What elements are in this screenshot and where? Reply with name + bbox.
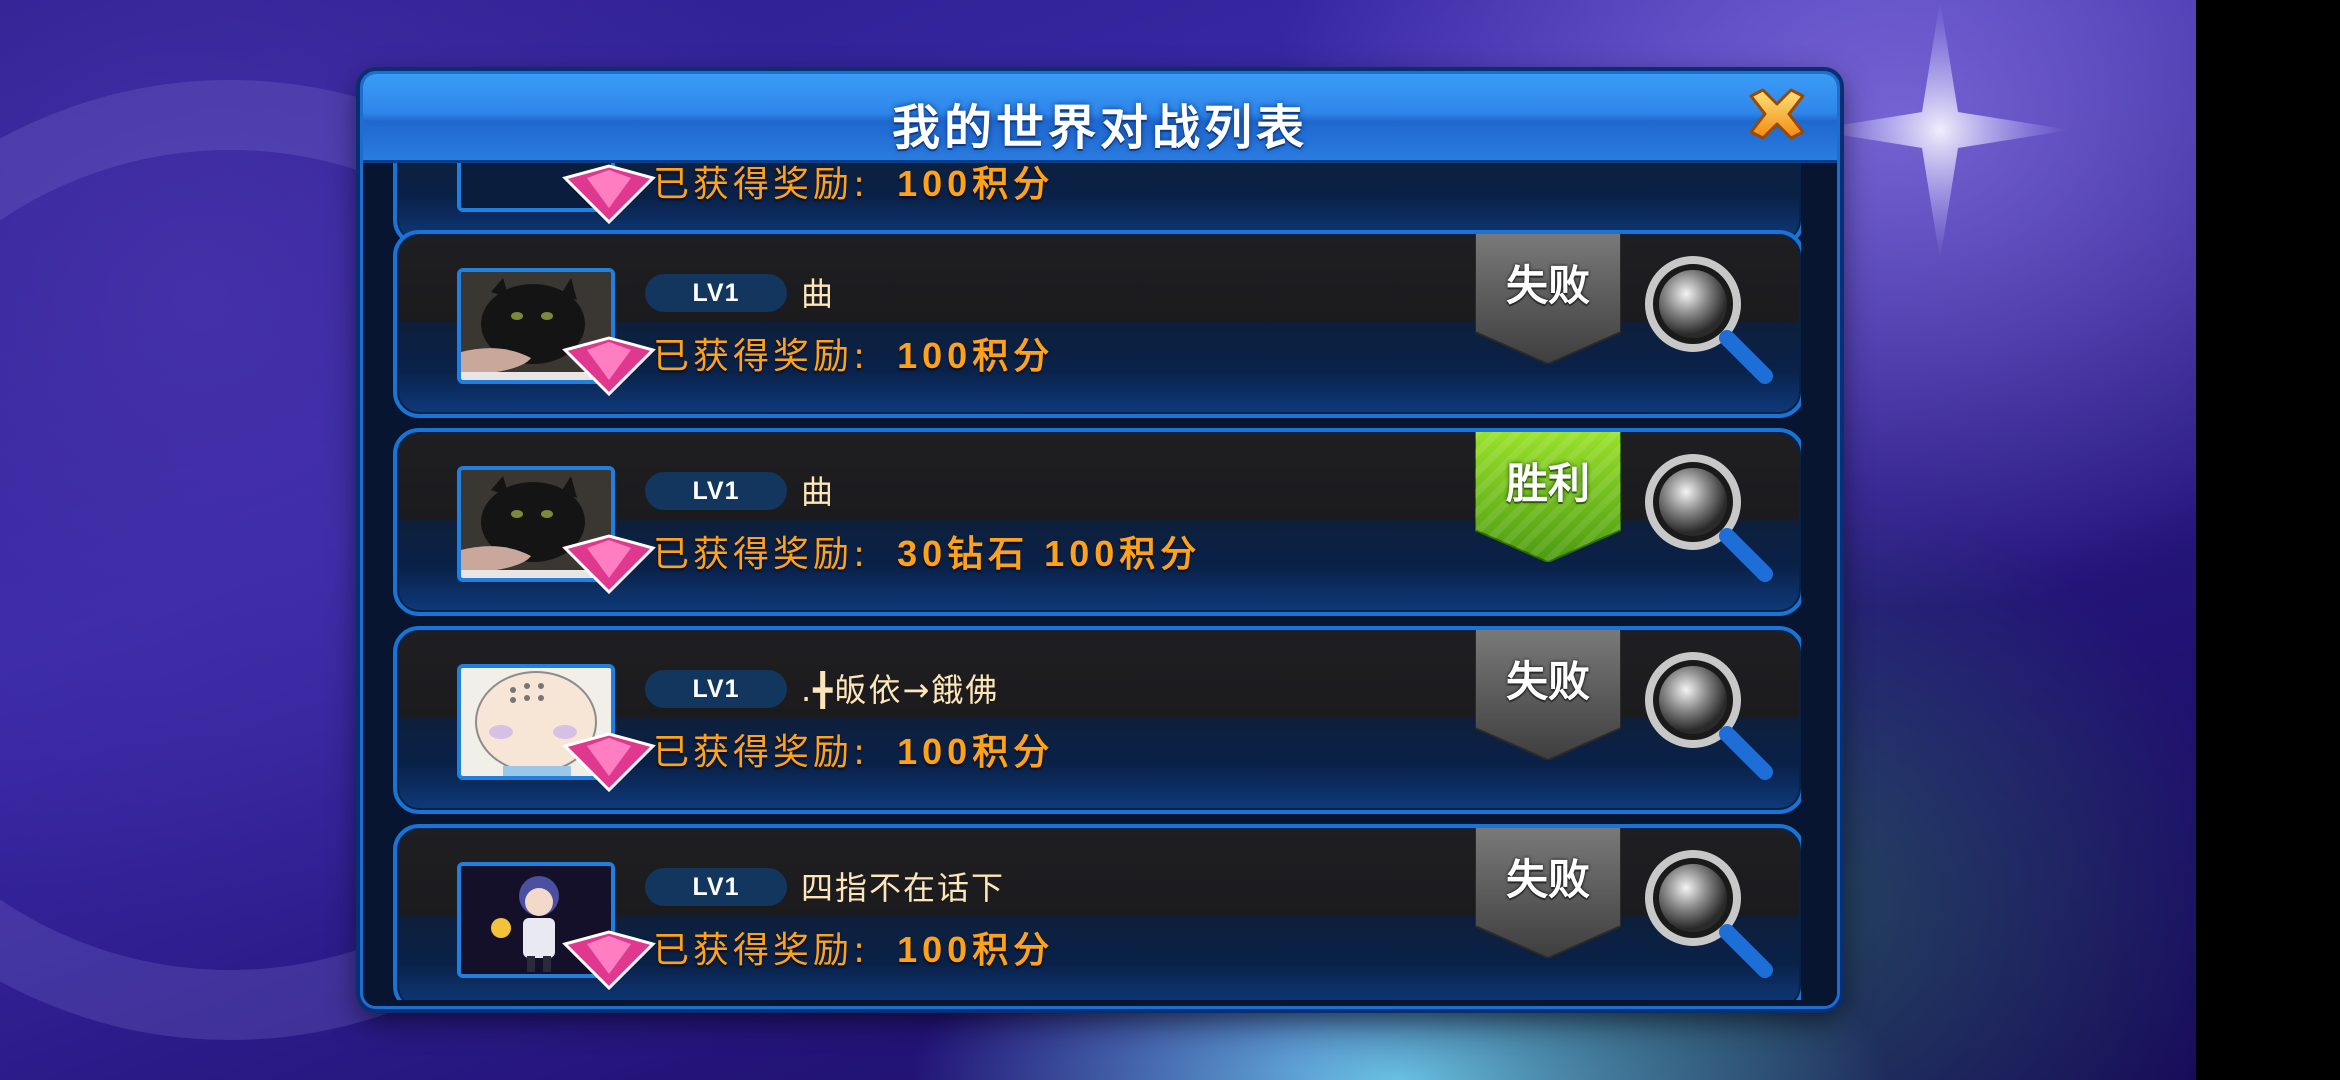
level-badge: LV1 — [645, 274, 787, 312]
pink-gem-icon — [562, 930, 656, 990]
player-name: 四指不在话下 — [801, 869, 1006, 907]
reward-text: 已获得奖励: 100积分 — [653, 730, 1054, 775]
battle-list-dialog: 我的世界对战列表 已获得奖励: 100积分 LV1 曲 已获得奖励: 100积分… — [360, 71, 1840, 1009]
magnifier-icon[interactable] — [1637, 254, 1777, 386]
player-name: 曲 — [801, 275, 836, 313]
close-icon[interactable] — [1745, 86, 1809, 142]
reward-text: 已获得奖励: 100积分 — [653, 928, 1054, 973]
reward-text: 已获得奖励: 100积分 — [653, 334, 1054, 379]
result-text: 失败 — [1505, 657, 1590, 706]
result-text: 失败 — [1505, 261, 1590, 310]
level-badge: LV1 — [645, 868, 787, 906]
pink-gem-icon — [562, 732, 656, 792]
battle-row: LV1 四指不在话下 已获得奖励: 100积分 失败 — [393, 824, 1801, 1000]
reward-label: 已获得奖励: — [653, 732, 870, 773]
level-badge: LV1 — [645, 670, 787, 708]
dialog-title: 我的世界对战列表 — [891, 100, 1308, 156]
magnifier-icon[interactable] — [1637, 650, 1777, 782]
magnifier-icon[interactable] — [1637, 848, 1777, 980]
player-name: .╋皈依→餓佛 — [801, 671, 1000, 709]
level-badge: LV1 — [645, 472, 787, 510]
result-badge-lose: 失败 — [1474, 630, 1622, 762]
pink-gem-icon — [562, 164, 656, 224]
battle-row: LV1 曲 已获得奖励: 100积分 失败 — [393, 230, 1801, 418]
reward-text: 已获得奖励: 100积分 — [653, 163, 1055, 205]
result-badge-lose: 失败 — [1474, 234, 1622, 366]
reward-label: 已获得奖励: — [653, 336, 870, 377]
reward-text: 已获得奖励: 30钻石 100积分 — [653, 532, 1201, 577]
reward-label: 已获得奖励: — [653, 930, 870, 971]
player-name: 曲 — [801, 473, 836, 511]
reward-value: 30钻石 100积分 — [897, 533, 1202, 574]
battle-row: LV1 .╋皈依→餓佛 已获得奖励: 100积分 失败 — [393, 626, 1801, 814]
result-text: 失败 — [1505, 855, 1590, 904]
reward-value: 100积分 — [897, 335, 1055, 376]
reward-label: 已获得奖励: — [653, 534, 870, 575]
reward-value: 100积分 — [897, 731, 1055, 772]
result-badge-win: 胜利 — [1474, 432, 1622, 564]
reward-value: 100积分 — [897, 929, 1055, 970]
dialog-header: 我的世界对战列表 — [363, 74, 1837, 163]
battle-row: LV1 曲 已获得奖励: 30钻石 100积分 胜利 — [393, 428, 1801, 616]
battle-list[interactable]: 已获得奖励: 100积分 LV1 曲 已获得奖励: 100积分 失败 LV1 曲… — [393, 160, 1801, 1000]
result-badge-lose: 失败 — [1474, 828, 1622, 960]
magnifier-icon[interactable] — [1637, 452, 1777, 584]
pink-gem-icon — [562, 336, 656, 396]
background-star-sparkle — [1810, 0, 2070, 260]
result-text: 胜利 — [1505, 459, 1590, 508]
pink-gem-icon — [562, 534, 656, 594]
screen-letterbox-bar — [2196, 0, 2340, 1080]
